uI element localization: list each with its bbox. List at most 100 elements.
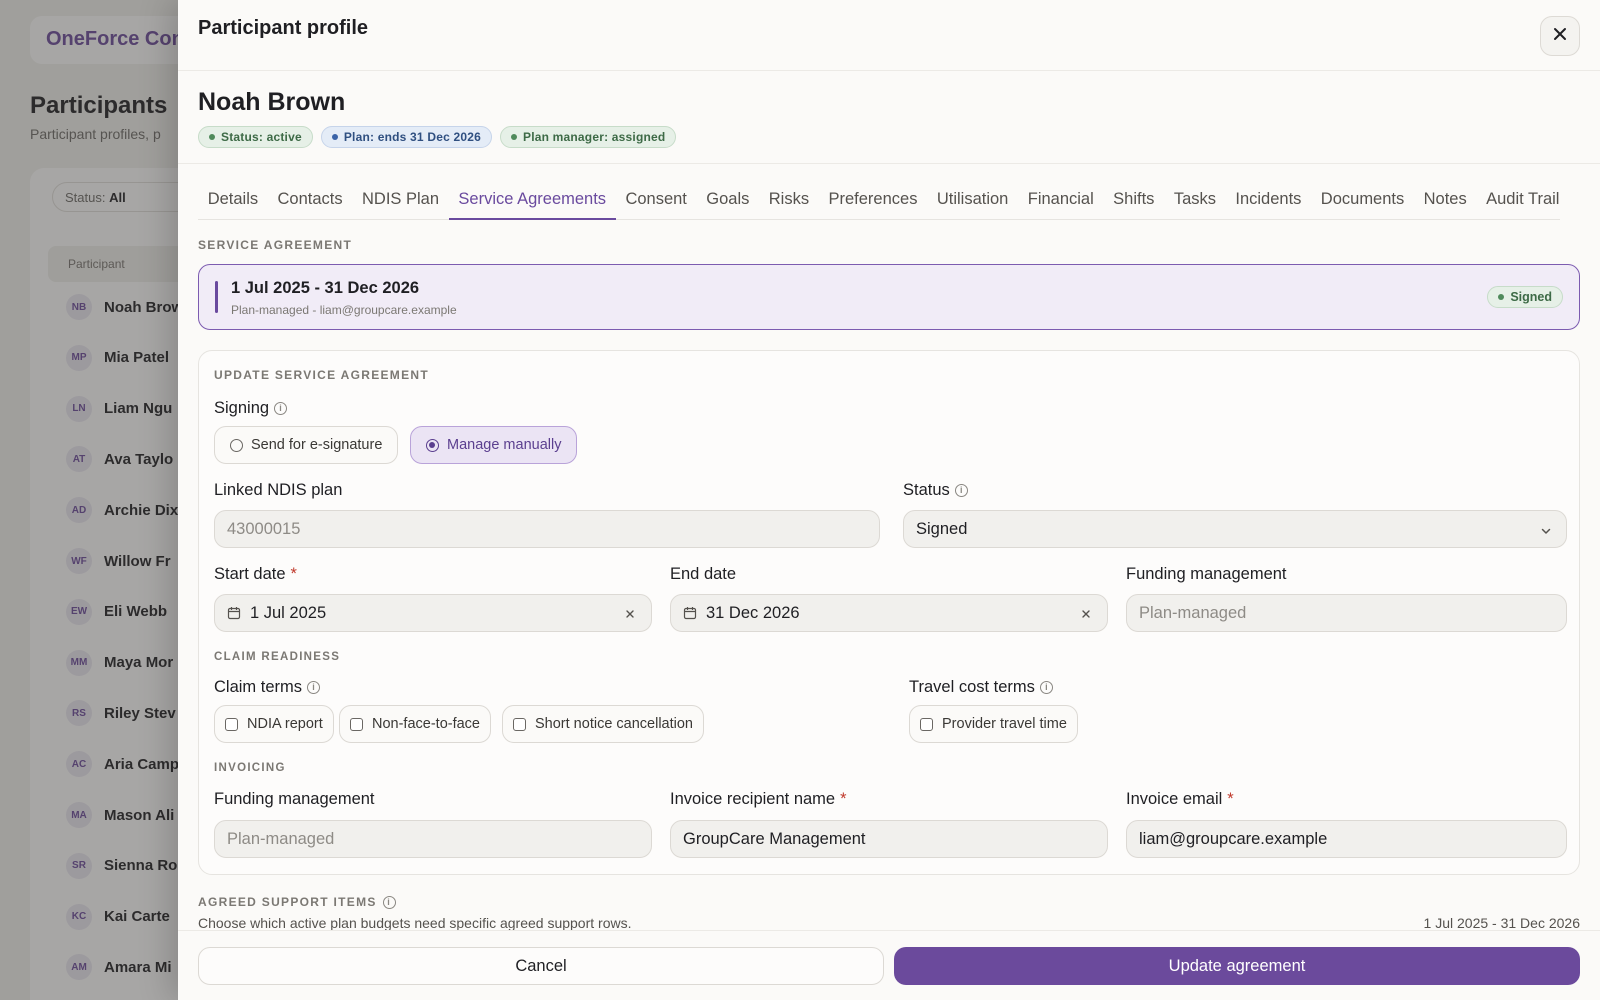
plan-badge: Plan: ends 31 Dec 2026 xyxy=(320,126,492,148)
tab-preferences[interactable]: Preferences xyxy=(819,180,927,220)
send-esignature-option[interactable]: Send for e-signature xyxy=(214,426,399,464)
provider-travel-time-checkbox[interactable]: Provider travel time xyxy=(909,705,1078,743)
manage-manually-option[interactable]: Manage manually xyxy=(410,426,578,464)
tab-service-agreements[interactable]: Service Agreements xyxy=(448,180,616,220)
plan-manager-badge-label: Plan manager: assigned xyxy=(522,130,666,144)
tab-incidents[interactable]: Incidents xyxy=(1226,180,1311,220)
start-date-value: 1 Jul 2025 xyxy=(250,603,327,622)
agreement-status-label: Signed xyxy=(1510,290,1552,304)
end-date-value: 31 Dec 2026 xyxy=(706,603,800,622)
drawer-footer: Cancel Update agreement xyxy=(178,930,1600,1000)
divider xyxy=(178,163,1600,164)
tab-documents[interactable]: Documents xyxy=(1311,180,1414,220)
end-date-label: End date xyxy=(670,565,737,583)
tab-financial[interactable]: Financial xyxy=(1018,180,1103,220)
ndia-report-label: NDIA report xyxy=(247,716,323,732)
tab-utilisation[interactable]: Utilisation xyxy=(927,180,1018,220)
tab-shifts[interactable]: Shifts xyxy=(1103,180,1164,220)
invoice-recipient-label: Invoice recipient name * xyxy=(670,790,847,809)
funding-management-label: Funding management xyxy=(1126,565,1287,583)
start-date-field[interactable]: 1 Jul 2025 xyxy=(214,594,652,632)
invoice-funding-label: Funding management xyxy=(214,790,375,808)
clear-icon[interactable] xyxy=(1081,605,1091,624)
participant-name: Noah Brown xyxy=(198,88,346,116)
required-marker: * xyxy=(1227,790,1234,808)
invoice-recipient-input[interactable]: GroupCare Management xyxy=(670,820,1108,858)
update-agreement-panel: UPDATE SERVICE AGREEMENT Signing i Send … xyxy=(198,350,1580,875)
start-date-label: Start date * xyxy=(214,565,297,584)
info-icon[interactable]: i xyxy=(382,895,396,909)
info-icon[interactable]: i xyxy=(954,484,968,497)
checkbox-icon xyxy=(513,717,526,731)
update-section-label: UPDATE SERVICE AGREEMENT xyxy=(214,368,430,382)
chevron-down-icon xyxy=(1540,523,1552,542)
status-dot-icon xyxy=(209,134,215,140)
agreed-support-date-range: 1 Jul 2025 - 31 Dec 2026 xyxy=(1423,915,1580,931)
signing-label: Signing i xyxy=(214,399,288,418)
agreed-support-items-label-text: AGREED SUPPORT ITEMS xyxy=(198,895,377,909)
linked-plan-field[interactable]: 43000015 xyxy=(214,510,880,548)
claim-terms-label-text: Claim terms xyxy=(214,678,303,696)
agreement-summary: Plan-managed - liam@groupcare.example xyxy=(231,303,457,317)
checkbox-icon xyxy=(920,717,933,731)
close-icon xyxy=(1553,27,1567,46)
travel-cost-terms-label-text: Travel cost terms xyxy=(909,678,1035,696)
tab-risks[interactable]: Risks xyxy=(759,180,819,220)
close-button[interactable] xyxy=(1540,16,1580,56)
non-face-to-face-label: Non-face-to-face xyxy=(372,716,480,732)
service-agreement-section-label: SERVICE AGREEMENT xyxy=(198,238,353,252)
tab-tasks[interactable]: Tasks xyxy=(1164,180,1226,220)
tab-audit-trail[interactable]: Audit Trail xyxy=(1476,180,1569,220)
status-dot-icon xyxy=(510,134,517,140)
plan-manager-badge: Plan manager: assigned xyxy=(499,126,677,148)
status-label: Status i xyxy=(903,481,968,500)
tab-ndis-plan[interactable]: NDIS Plan xyxy=(352,180,448,220)
participant-profile-drawer: Participant profile Noah Brown Status: a… xyxy=(178,0,1600,1000)
linked-plan-label: Linked NDIS plan xyxy=(214,481,343,499)
tab-notes[interactable]: Notes xyxy=(1414,180,1476,220)
tab-details[interactable]: Details xyxy=(198,180,268,220)
funding-management-field[interactable]: Plan-managed xyxy=(1126,594,1567,632)
start-date-label-text: Start date xyxy=(214,565,286,583)
manage-manually-label: Manage manually xyxy=(447,437,562,453)
agreement-status-badge: Signed xyxy=(1487,286,1563,308)
tab-contacts[interactable]: Contacts xyxy=(268,180,353,220)
provider-travel-time-label: Provider travel time xyxy=(942,716,1067,732)
service-agreement-card[interactable]: 1 Jul 2025 - 31 Dec 2026 Plan-managed - … xyxy=(198,264,1580,330)
plan-badge-label: Plan: ends 31 Dec 2026 xyxy=(343,130,481,144)
ndia-report-checkbox[interactable]: NDIA report xyxy=(214,705,334,743)
selected-indicator xyxy=(215,281,218,313)
end-date-field[interactable]: 31 Dec 2026 xyxy=(670,594,1108,632)
invoicing-label: INVOICING xyxy=(214,762,286,774)
travel-cost-terms-label: Travel cost terms i xyxy=(909,678,1053,697)
agreement-period: 1 Jul 2025 - 31 Dec 2026 xyxy=(231,279,420,297)
short-notice-cancellation-checkbox[interactable]: Short notice cancellation xyxy=(502,705,704,743)
update-agreement-button[interactable]: Update agreement xyxy=(894,947,1580,985)
tab-goals[interactable]: Goals xyxy=(697,180,759,220)
cancel-button[interactable]: Cancel xyxy=(198,947,884,985)
calendar-icon xyxy=(683,606,697,620)
required-marker: * xyxy=(290,565,297,583)
checkbox-icon xyxy=(225,717,238,731)
info-icon[interactable]: i xyxy=(307,681,321,694)
claim-terms-label: Claim terms i xyxy=(214,678,321,697)
status-select[interactable]: Signed xyxy=(903,510,1567,548)
clear-icon[interactable] xyxy=(625,605,635,624)
status-badge-label: Status: active xyxy=(221,130,302,144)
signing-label-text: Signing xyxy=(214,399,270,417)
drawer-title: Participant profile xyxy=(198,17,369,39)
radio-selected-icon xyxy=(426,438,439,452)
info-icon[interactable]: i xyxy=(274,402,288,415)
invoice-email-input[interactable]: liam@groupcare.example xyxy=(1126,820,1567,858)
info-icon[interactable]: i xyxy=(1039,681,1053,694)
status-label-text: Status xyxy=(903,481,950,499)
profile-tabs: Details Contacts NDIS Plan Service Agreemen… xyxy=(198,180,1560,220)
tab-consent[interactable]: Consent xyxy=(616,180,697,220)
invoice-recipient-label-text: Invoice recipient name xyxy=(670,790,836,808)
invoice-email-label: Invoice email * xyxy=(1126,790,1234,809)
non-face-to-face-checkbox[interactable]: Non-face-to-face xyxy=(339,705,491,743)
status-dot-icon xyxy=(1498,294,1505,300)
invoice-funding-field[interactable]: Plan-managed xyxy=(214,820,652,858)
required-marker: * xyxy=(840,790,847,808)
claim-readiness-label: CLAIM READINESS xyxy=(214,651,341,663)
